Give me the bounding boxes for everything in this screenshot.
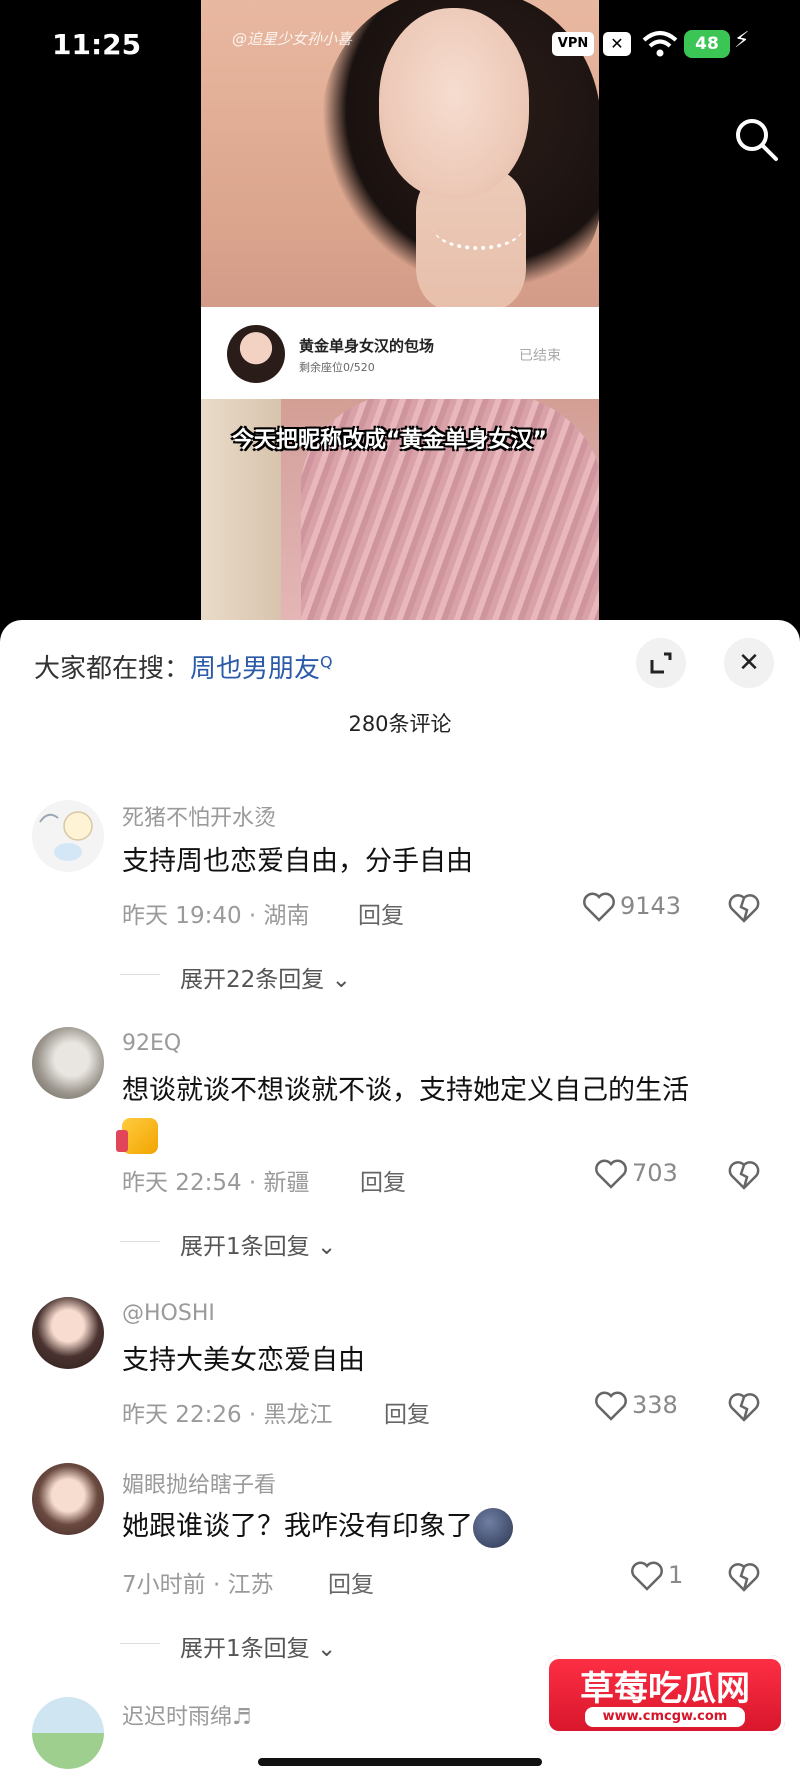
expand-replies-label: 展开1条回复 [180,1636,310,1662]
avatar[interactable] [32,1027,104,1099]
username[interactable]: 迟迟时雨绵♬ [122,1699,252,1731]
expand-replies[interactable]: 展开1条回复 ⌄ [119,1629,336,1663]
brand-url: www.cmcgw.com [585,1707,745,1727]
live-avatar [227,325,285,383]
comment-text-content: 她跟谁谈了？我咋没有印象了 [122,1511,473,1542]
thumbs-up-emoji-icon [116,1117,158,1154]
heart-icon [631,1561,663,1591]
video-caption: 今天把昵称改成“黄金单身女汉” [232,428,547,453]
live-title: 黄金单身女汉的包场 [299,337,435,355]
like-count: 9143 [620,892,682,920]
search-small-icon: Q [320,652,333,672]
like-count: 703 [632,1159,678,1187]
background-figure [201,380,281,625]
like-button[interactable]: 9143 [582,892,681,922]
x-app-icon: ✕ [603,32,631,56]
expand-replies[interactable]: 展开1条回复 ⌄ [119,1227,336,1261]
sad-face-emoji-icon [473,1507,513,1548]
heart-icon [595,1159,627,1189]
username[interactable]: @HOSHI [122,1301,215,1326]
live-subtitle: 剩余座位0/520 [299,361,375,374]
like-button[interactable]: 338 [594,1391,678,1421]
comment-text-content: 想谈就谈不想谈就不谈，支持她定义自己的生活 [122,1075,689,1106]
dislike-icon[interactable] [728,1561,760,1593]
comment-sheet: 大家都在搜：周也男朋友Q ✕ 280条评论 [0,620,800,1777]
charging-icon: ⚡ [734,28,750,53]
like-count: 1 [668,1561,684,1589]
dislike-icon[interactable] [728,1391,760,1423]
dislike-icon[interactable] [728,892,760,924]
vpn-icon: VPN [552,32,594,56]
like-button[interactable]: 703 [594,1159,678,1189]
wifi-icon [642,31,678,57]
username[interactable]: 媚眼抛给瞎子看 [122,1467,276,1499]
reply-button[interactable]: 回复 [358,896,404,930]
reply-button[interactable]: 回复 [328,1565,374,1599]
search-icon[interactable] [732,115,780,163]
expand-icon [650,652,672,674]
comment-text: 支持周也恋爱自由，分手自由 [122,846,473,877]
screen: @追星少女孙小喜 黄金单身女汉的包场 剩余座位0/520 已结束 今天把昵称改成… [0,0,800,1777]
comment-text: 支持大美女恋爱自由 [122,1345,365,1376]
dislike-icon[interactable] [728,1159,760,1191]
heart-icon [595,1391,627,1421]
avatar[interactable] [32,1463,104,1535]
video-player[interactable]: @追星少女孙小喜 黄金单身女汉的包场 剩余座位0/520 已结束 今天把昵称改成… [0,0,800,625]
comment-meta: 昨天 19:40 · 湖南 [122,903,310,929]
battery-icon: 48 [684,30,730,58]
avatar[interactable] [32,1697,104,1769]
comment-meta: 7小时前 · 江苏 [122,1572,274,1598]
like-button[interactable]: 1 [630,1561,683,1591]
expand-sheet-button[interactable] [636,638,686,688]
brand-watermark-logo: 草莓吃瓜网 www.cmcgw.com [545,1655,785,1735]
expand-replies[interactable]: 展开22条回复 ⌄ [120,960,351,994]
close-button[interactable]: ✕ [724,638,774,688]
expand-replies-label: 展开22条回复 [180,967,325,993]
username[interactable]: 92EQ [122,1031,181,1056]
heart-icon [583,892,615,922]
avatar[interactable] [32,800,104,872]
brand-name: 草莓吃瓜网 [580,1669,750,1709]
search-suggestion[interactable]: 大家都在搜：周也男朋友Q [34,648,333,685]
username[interactable]: 死猪不怕开水烫 [122,800,276,832]
live-card[interactable]: 黄金单身女汉的包场 剩余座位0/520 已结束 [201,307,599,399]
necklace [433,205,523,250]
avatar-drawing [39,811,93,861]
home-indicator[interactable] [258,1758,542,1766]
status-bar: 11:25 VPN ✕ 48 ⚡ [0,0,800,90]
comment-text: 想谈就谈不想谈就不谈，支持她定义自己的生活 [116,1069,772,1157]
comment-meta: 昨天 22:26 · 黑龙江 [122,1402,333,1428]
comment-text: 她跟谁谈了？我咋没有印象了 [122,1505,772,1549]
like-count: 338 [632,1391,678,1419]
reply-button[interactable]: 回复 [360,1163,406,1197]
live-status: 已结束 [519,348,561,364]
comment-meta: 昨天 22:54 · 新疆 [122,1170,310,1196]
clock: 11:25 [52,28,142,61]
search-prefix: 大家都在搜： [34,654,191,684]
expand-replies-label: 展开1条回复 [180,1234,310,1260]
reply-button[interactable]: 回复 [384,1395,430,1429]
search-keyword[interactable]: 周也男朋友 [190,654,320,684]
avatar[interactable] [32,1297,104,1369]
comment-count: 280条评论 [348,712,452,736]
